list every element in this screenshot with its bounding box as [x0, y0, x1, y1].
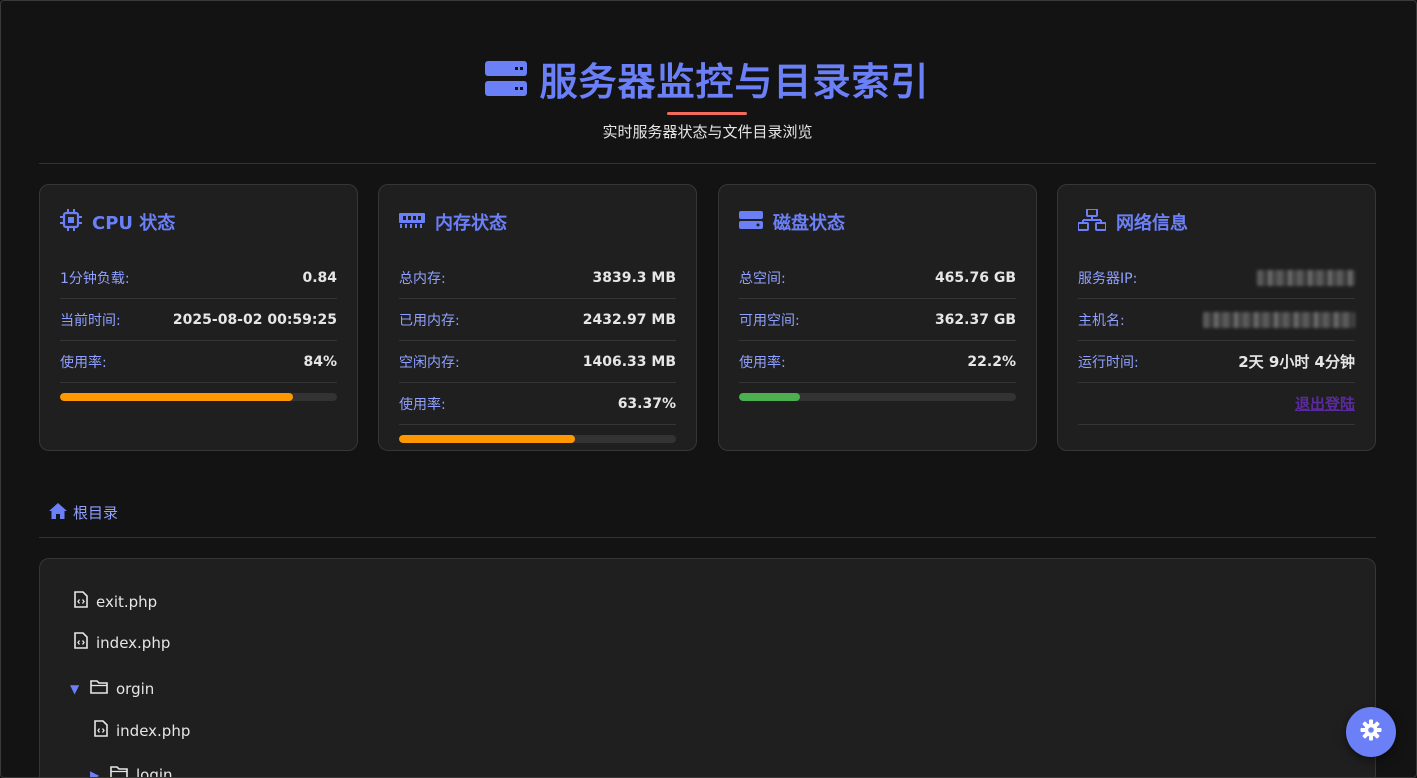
network-uptime-row: 运行时间: 2天 9小时 4分钟 — [1078, 341, 1355, 383]
file-name: index.php — [96, 633, 171, 652]
disk-usage-bar-fill — [739, 393, 801, 401]
code-file-icon — [74, 632, 88, 653]
disk-usage-value: 22.2% — [967, 353, 1016, 370]
disk-usage-label: 使用率: — [739, 354, 786, 371]
disk-total-row: 总空间: 465.76 GB — [739, 257, 1016, 299]
folder-name: orgin — [116, 679, 155, 698]
cpu-load-label: 1分钟负载: — [60, 270, 130, 287]
memory-total-label: 总内存: — [399, 270, 446, 287]
cpu-load-row: 1分钟负载: 0.84 — [60, 257, 337, 299]
memory-usage-bar-fill — [399, 435, 575, 443]
server-icon — [485, 60, 528, 98]
cpu-usage-value: 84% — [303, 353, 337, 370]
page-header: 服务器监控与目录索引 实时服务器状态与文件目录浏览 — [39, 1, 1376, 164]
logout-link[interactable]: 退出登陆 — [1295, 393, 1355, 414]
cpu-card-title: CPU 状态 — [92, 213, 176, 234]
disk-free-label: 可用空间: — [739, 312, 800, 329]
memory-usage-row: 使用率: 63.37% — [399, 383, 676, 425]
folder-icon — [110, 765, 128, 777]
memory-used-row: 已用内存: 2432.97 MB — [399, 299, 676, 341]
settings-button[interactable] — [1346, 707, 1396, 757]
memory-used-value: 2432.97 MB — [582, 311, 676, 328]
file-item[interactable]: index.php — [94, 720, 190, 741]
disk-usage-bar — [739, 393, 1016, 401]
memory-free-row: 空闲内存: 1406.33 MB — [399, 341, 676, 383]
memory-icon — [399, 211, 425, 234]
network-ip-row: 服务器IP: — [1078, 257, 1355, 299]
memory-card-header: 内存状态 — [399, 185, 676, 257]
cpu-usage-row: 使用率: 84% — [60, 341, 337, 383]
logout-row: 退出登陆 — [1078, 383, 1355, 425]
disk-card: 磁盘状态 总空间: 465.76 GB 可用空间: 362.37 GB 使用率:… — [718, 184, 1037, 451]
folder-name: login — [136, 765, 173, 778]
folder-icon — [90, 679, 108, 698]
disk-card-title: 磁盘状态 — [773, 213, 845, 234]
file-name: exit.php — [96, 592, 158, 611]
memory-free-value: 1406.33 MB — [582, 353, 676, 370]
memory-card-title: 内存状态 — [435, 213, 507, 234]
memory-usage-bar — [399, 435, 676, 443]
network-card: 网络信息 服务器IP: 主机名: 运行时间: 2天 9小时 4分钟 退出登陆 — [1057, 184, 1376, 451]
page: 服务器监控与目录索引 实时服务器状态与文件目录浏览 CPU 状态 1分钟负载: … — [0, 0, 1417, 778]
network-hostname-label: 主机名: — [1078, 312, 1125, 329]
breadcrumb: 根目录 — [39, 488, 1376, 538]
file-name: index.php — [116, 721, 191, 740]
folder-item[interactable]: ▼ orgin — [70, 679, 154, 698]
title-underline — [667, 112, 747, 115]
memory-total-row: 总内存: 3839.3 MB — [399, 257, 676, 299]
memory-total-value: 3839.3 MB — [592, 269, 676, 286]
cpu-time-row: 当前时间: 2025-08-02 00:59:25 — [60, 299, 337, 341]
page-title: 服务器监控与目录索引 — [39, 51, 1376, 106]
disk-card-header: 磁盘状态 — [739, 185, 1016, 257]
disk-free-value: 362.37 GB — [934, 311, 1016, 328]
network-ip-label: 服务器IP: — [1078, 270, 1138, 287]
cpu-usage-bar-fill — [60, 393, 293, 401]
cpu-card: CPU 状态 1分钟负载: 0.84 当前时间: 2025-08-02 00:5… — [39, 184, 358, 451]
network-ip-value-redacted — [1257, 269, 1355, 286]
folder-item[interactable]: ▶ login — [90, 765, 173, 778]
memory-used-label: 已用内存: — [399, 312, 460, 329]
cpu-usage-bar — [60, 393, 337, 401]
memory-card: 内存状态 总内存: 3839.3 MB 已用内存: 2432.97 MB 空闲内… — [378, 184, 697, 451]
cpu-time-value: 2025-08-02 00:59:25 — [172, 311, 337, 328]
caret-down-icon[interactable]: ▼ — [70, 682, 82, 696]
disk-total-value: 465.76 GB — [934, 269, 1016, 286]
breadcrumb-root-link[interactable]: 根目录 — [73, 502, 118, 523]
disk-usage-row: 使用率: 22.2% — [739, 341, 1016, 383]
page-subtitle: 实时服务器状态与文件目录浏览 — [602, 123, 813, 141]
code-file-icon — [94, 720, 108, 741]
file-item[interactable]: exit.php — [74, 591, 157, 612]
home-icon[interactable] — [49, 502, 67, 523]
network-hostname-value-redacted — [1203, 311, 1355, 328]
disk-free-row: 可用空间: 362.37 GB — [739, 299, 1016, 341]
page-title-text: 服务器监控与目录索引 — [539, 60, 930, 104]
memory-usage-label: 使用率: — [399, 396, 446, 413]
memory-free-label: 空闲内存: — [399, 354, 460, 371]
cpu-load-value: 0.84 — [302, 269, 337, 286]
network-card-header: 网络信息 — [1077, 185, 1355, 257]
microchip-icon — [60, 208, 82, 236]
file-tree: exit.php index.php ▼ orgin index.php ▶ l… — [39, 558, 1376, 778]
hdd-icon — [739, 210, 763, 234]
cpu-card-header: CPU 状态 — [60, 185, 337, 257]
cpu-usage-label: 使用率: — [60, 354, 107, 371]
network-uptime-label: 运行时间: — [1078, 354, 1139, 371]
file-item[interactable]: index.php — [74, 632, 170, 653]
status-cards: CPU 状态 1分钟负载: 0.84 当前时间: 2025-08-02 00:5… — [39, 184, 1376, 451]
network-card-title: 网络信息 — [1116, 213, 1188, 234]
network-uptime-value: 2天 9小时 4分钟 — [1238, 353, 1355, 371]
memory-usage-value: 63.37% — [617, 395, 676, 412]
gear-icon — [1360, 719, 1382, 745]
disk-total-label: 总空间: — [739, 270, 786, 287]
caret-right-icon[interactable]: ▶ — [90, 768, 102, 778]
cpu-time-label: 当前时间: — [60, 312, 121, 329]
code-file-icon — [74, 591, 88, 612]
network-icon — [1077, 207, 1107, 236]
network-hostname-row: 主机名: — [1078, 299, 1355, 341]
